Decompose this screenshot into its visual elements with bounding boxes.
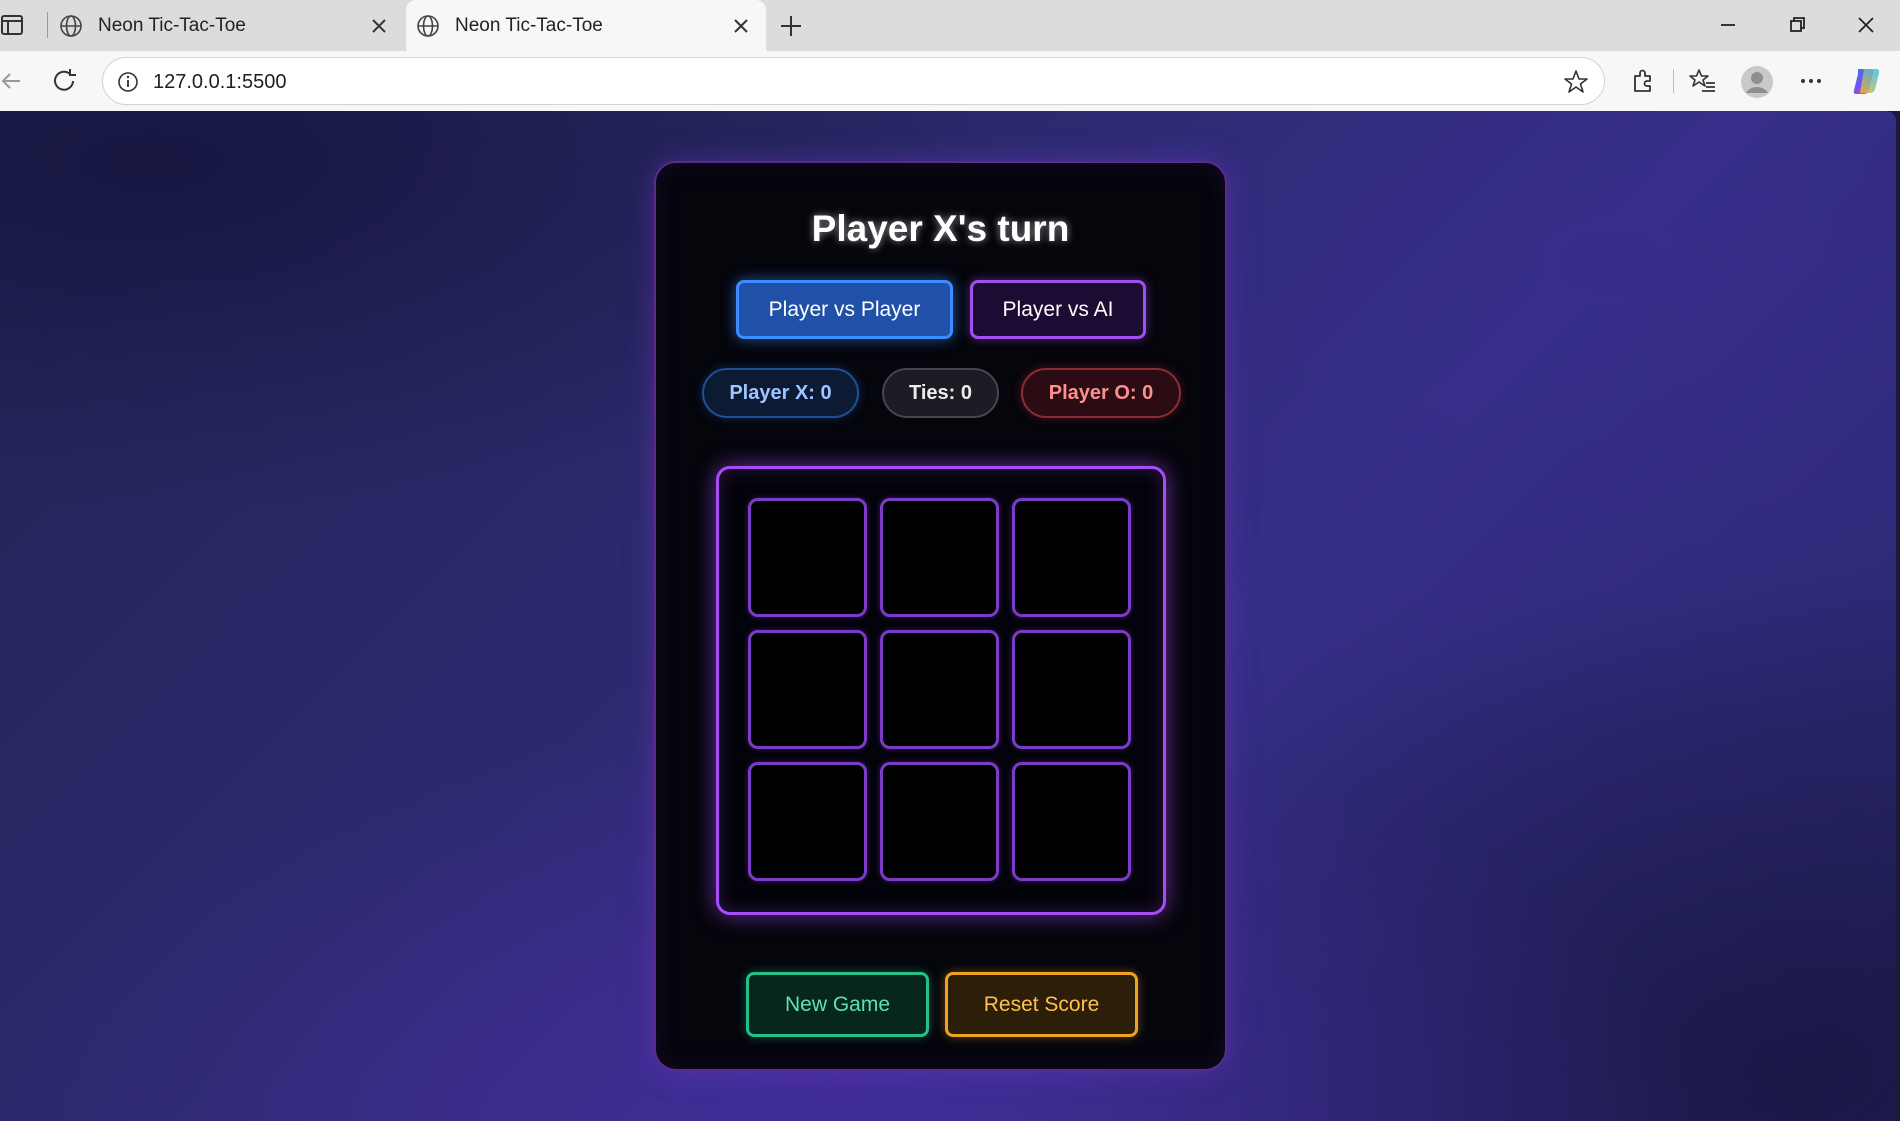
page-viewport: Player X's turn Player vs Player Player … [0,111,1896,1121]
globe-icon [417,14,439,37]
tab-title: Neon Tic-Tac-Toe [98,14,246,36]
board-cell-4[interactable] [748,630,867,749]
game-container: Player X's turn Player vs Player Player … [654,161,1227,1071]
score-player-o: Player O: 0 [1021,368,1181,418]
profile-avatar-icon[interactable] [1740,65,1774,99]
minimize-icon[interactable] [1714,11,1742,39]
favorites-icon[interactable] [1688,66,1718,96]
board-cell-2[interactable] [880,498,999,617]
board-cell-5[interactable] [880,630,999,749]
browser-tab-2[interactable]: Neon Tic-Tac-Toe [406,0,766,51]
tab-divider [47,12,48,38]
board-cell-1[interactable] [748,498,867,617]
board-cell-7[interactable] [748,762,867,881]
close-tab-icon[interactable] [368,15,390,37]
extensions-icon[interactable] [1628,66,1658,96]
reset-score-button[interactable]: Reset Score [945,972,1138,1037]
address-bar[interactable]: 127.0.0.1:5500 [102,57,1605,105]
new-game-button[interactable]: New Game [746,972,929,1037]
game-board [716,466,1166,915]
favorite-star-icon[interactable] [1562,68,1590,96]
back-icon[interactable] [0,66,30,96]
globe-icon [60,14,82,37]
close-tab-icon[interactable] [730,15,752,37]
board-cell-9[interactable] [1012,762,1131,881]
url-text: 127.0.0.1:5500 [153,71,287,93]
browser-toolbar: 127.0.0.1:5500 [0,51,1900,111]
tab-title: Neon Tic-Tac-Toe [455,14,603,36]
board-cell-6[interactable] [1012,630,1131,749]
mode-pvp-button[interactable]: Player vs Player [736,280,953,339]
more-options-icon[interactable] [1796,66,1826,96]
mode-ai-button[interactable]: Player vs AI [970,280,1146,339]
score-player-x: Player X: 0 [702,368,859,418]
toolbar-divider [1673,69,1674,93]
board-cell-3[interactable] [1012,498,1131,617]
board-cell-8[interactable] [880,762,999,881]
sidebar-toggle-icon[interactable] [0,12,26,38]
close-window-icon[interactable] [1852,11,1880,39]
score-ties: Ties: 0 [882,368,999,418]
new-tab-icon[interactable] [777,12,805,40]
browser-tab-1[interactable]: Neon Tic-Tac-Toe [49,0,404,51]
copilot-icon[interactable] [1850,64,1884,98]
restore-icon[interactable] [1783,11,1811,39]
reload-icon[interactable] [50,66,80,96]
turn-status: Player X's turn [811,208,1070,249]
site-info-icon[interactable] [115,69,141,95]
tab-strip: Neon Tic-Tac-Toe Neon Tic-Tac-Toe [0,0,1900,51]
